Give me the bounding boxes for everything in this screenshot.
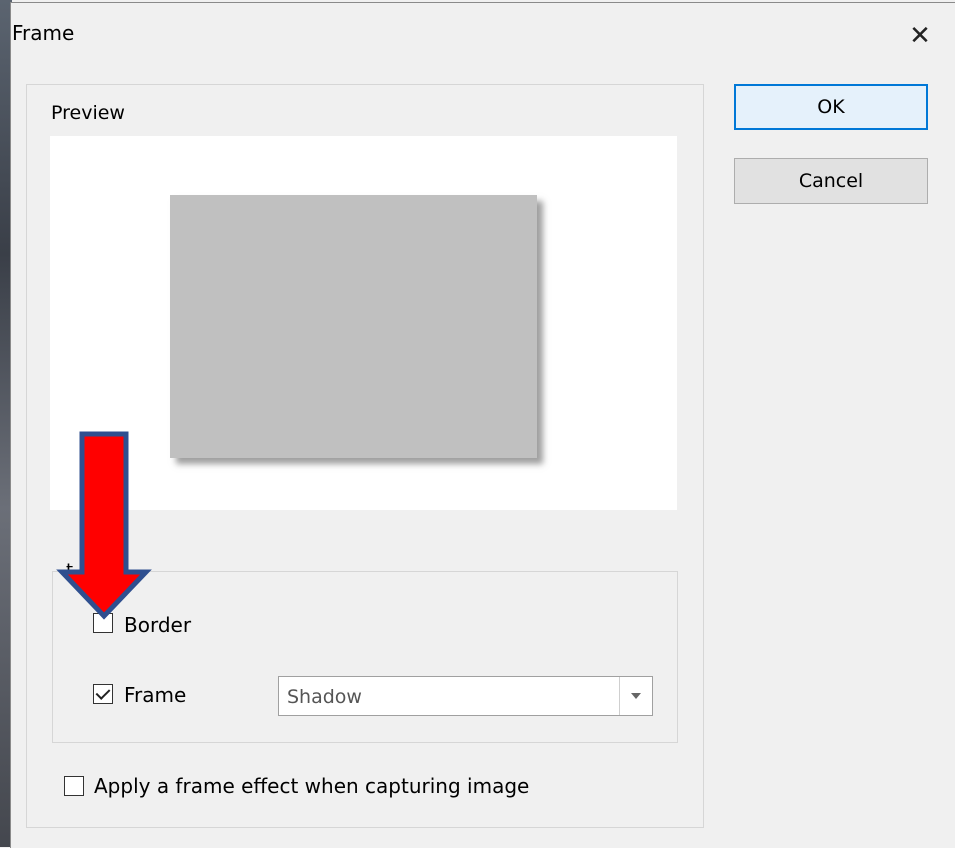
apply-capture-label[interactable]: Apply a frame effect when capturing imag… <box>94 774 529 798</box>
frame-label[interactable]: Frame <box>124 683 186 707</box>
ok-button-label: OK <box>817 96 845 118</box>
cancel-button[interactable]: Cancel <box>734 158 928 204</box>
dropdown-button[interactable] <box>619 677 652 715</box>
frame-style-select[interactable]: Shadow <box>278 676 653 716</box>
frame-style-value: Shadow <box>287 686 362 708</box>
dialog-title: Frame <box>12 21 75 45</box>
red-arrow-icon <box>56 431 152 620</box>
preview-label: Preview <box>51 102 125 124</box>
preview-image <box>170 195 537 458</box>
ok-button[interactable]: OK <box>734 84 928 130</box>
frame-checkbox[interactable] <box>93 684 113 704</box>
cancel-button-label: Cancel <box>798 170 864 192</box>
close-icon: ✕ <box>909 21 931 51</box>
apply-capture-checkbox[interactable] <box>64 776 84 796</box>
close-button[interactable]: ✕ <box>900 16 940 56</box>
chevron-down-icon <box>631 693 641 699</box>
